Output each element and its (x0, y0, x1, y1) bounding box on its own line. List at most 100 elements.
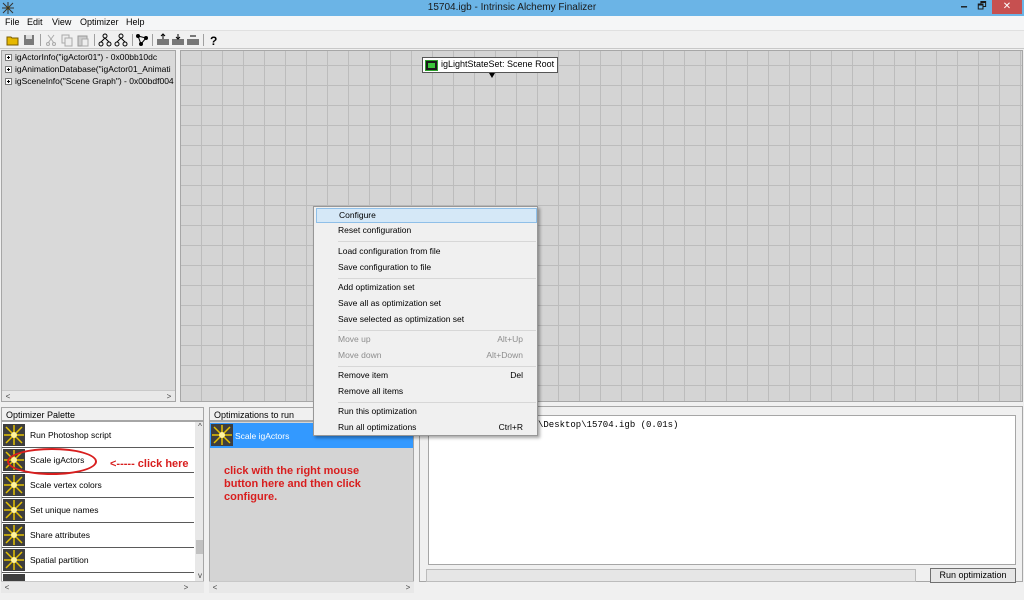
menu-item-label: Run all optimizations (338, 422, 417, 432)
menu-item-label: Save configuration to file (338, 262, 432, 272)
menu-optimizer[interactable]: Optimizer (80, 17, 119, 27)
optimization-item-label: Scale igActors (235, 431, 290, 441)
import-icon[interactable] (171, 33, 185, 47)
optimizer-icon (211, 424, 233, 446)
copy-icon[interactable] (60, 33, 74, 47)
annotation-arrow-text: <----- click here (110, 458, 189, 470)
palette-vertical-scrollbar[interactable]: ^ v (195, 422, 203, 582)
graph-icon[interactable] (135, 33, 149, 47)
menu-item-remove-all-items[interactable]: Remove all items (316, 384, 537, 399)
menu-separator (338, 278, 536, 279)
tree-item-label: igActorInfo("igActor01") - 0x00bb10dc (15, 52, 158, 62)
scroll-up-icon[interactable]: ^ (195, 422, 203, 432)
menu-item-configure[interactable]: Configure (316, 208, 537, 223)
menu-item-label: Configure (339, 210, 376, 220)
menu-view[interactable]: View (52, 17, 71, 27)
menu-separator (338, 402, 536, 403)
tree-alt-icon[interactable] (114, 33, 128, 47)
menu-item-remove-item[interactable]: Remove item Del (316, 368, 537, 383)
optimizer-icon (3, 524, 25, 546)
menu-item-run-this-optimization[interactable]: Run this optimization (316, 404, 537, 419)
menu-item-load-configuration[interactable]: Load configuration from file (316, 244, 537, 259)
menu-item-label: Save selected as optimization set (338, 314, 465, 324)
menu-item-label: Remove all items (338, 386, 404, 396)
toolbar: ? (0, 31, 1024, 49)
open-icon[interactable] (6, 33, 20, 47)
scroll-down-icon[interactable]: v (195, 571, 203, 581)
scene-tree[interactable]: igActorInfo("igActor01") - 0x00bb10dc ig… (1, 50, 176, 402)
close-button[interactable]: ✕ (992, 0, 1022, 14)
scroll-right-icon[interactable]: > (402, 582, 414, 593)
palette-horizontal-scrollbar[interactable]: < > (1, 581, 204, 593)
export-icon[interactable] (156, 33, 170, 47)
palette-item[interactable]: Share attributes (2, 523, 194, 548)
scroll-left-icon[interactable]: < (209, 582, 221, 593)
menu-item-label: Move up (338, 334, 371, 344)
run-optimization-button[interactable]: Run optimization (930, 568, 1016, 583)
help-icon[interactable]: ? (207, 33, 221, 47)
menu-help[interactable]: Help (126, 17, 145, 27)
menu-item-save-configuration[interactable]: Save configuration to file (316, 260, 537, 275)
menu-item-move-up[interactable]: Move up Alt+Up (316, 332, 537, 347)
menu-item-save-selected-as-set[interactable]: Save selected as optimization set (316, 312, 537, 327)
minimize-button[interactable]: 🗕 (956, 0, 972, 14)
tree-item[interactable]: igSceneInfo("Scene Graph") - 0x00bdf004 (5, 76, 174, 88)
tree-item-label: igAnimationDatabase("igActor01_Animati (15, 64, 171, 74)
output-log[interactable]: \Desktop\15704.igb (0.01s) (428, 415, 1016, 565)
palette-item[interactable]: Run Photoshop script (2, 423, 194, 448)
menu-edit[interactable]: Edit (27, 17, 43, 27)
toolbar-separator (203, 34, 204, 46)
palette-item[interactable]: Spatial partition (2, 548, 194, 573)
toolbar-separator (40, 34, 41, 46)
palette-item[interactable]: Set unique names (2, 498, 194, 523)
tree-item[interactable]: igAnimationDatabase("igActor01_Animati (5, 64, 171, 76)
expand-icon[interactable] (5, 66, 12, 73)
menu-item-label: Save all as optimization set (338, 298, 441, 308)
export-alt-icon[interactable] (186, 33, 200, 47)
menu-item-label: Add optimization set (338, 282, 415, 292)
optimizer-palette[interactable]: Run Photoshop script Scale igActors Scal… (1, 421, 204, 583)
paste-icon[interactable] (76, 33, 90, 47)
menu-bar: File Edit View Optimizer Help (0, 16, 1024, 31)
scroll-left-icon[interactable]: < (1, 582, 13, 593)
toolbar-separator (132, 34, 133, 46)
menu-item-shortcut: Alt+Down (486, 350, 523, 360)
scroll-left-icon[interactable]: < (2, 391, 14, 401)
menu-item-reset-configuration[interactable]: Reset configuration (316, 223, 537, 238)
menu-item-shortcut: Del (510, 370, 523, 380)
menu-item-shortcut: Ctrl+R (498, 422, 523, 432)
node-connector-icon (489, 73, 495, 78)
toolbar-separator (152, 34, 153, 46)
menu-item-add-optimization-set[interactable]: Add optimization set (316, 280, 537, 295)
scroll-thumb[interactable] (196, 540, 203, 554)
window-title: 15704.igb - Intrinsic Alchemy Finalizer (427, 2, 597, 13)
scene-graph-canvas[interactable]: igLightStateSet: Scene Root (180, 50, 1023, 402)
tree-icon[interactable] (98, 33, 112, 47)
scroll-right-icon[interactable]: > (180, 582, 192, 593)
optimizer-icon (3, 499, 25, 521)
menu-item-run-all-optimizations[interactable]: Run all optimizations Ctrl+R (316, 420, 537, 435)
save-icon[interactable] (22, 33, 36, 47)
palette-item-label: Set unique names (30, 505, 99, 515)
optimizations-horizontal-scrollbar[interactable]: < > (209, 581, 414, 593)
scroll-right-icon[interactable]: > (163, 391, 175, 401)
palette-item-label: Share attributes (30, 530, 91, 540)
title-bar: 15704.igb - Intrinsic Alchemy Finalizer … (0, 0, 1024, 16)
maximize-button[interactable]: 🗗 (974, 0, 990, 14)
graph-node-label: igLightStateSet: Scene Root (441, 59, 555, 69)
menu-file[interactable]: File (5, 17, 20, 27)
menu-item-save-all-as-set[interactable]: Save all as optimization set (316, 296, 537, 311)
graph-node[interactable]: igLightStateSet: Scene Root (422, 57, 559, 73)
cut-icon[interactable] (44, 33, 58, 47)
expand-icon[interactable] (5, 78, 12, 85)
tree-item[interactable]: igActorInfo("igActor01") - 0x00bb10dc (5, 52, 157, 64)
palette-item-label: Run Photoshop script (30, 430, 112, 440)
svg-text:?: ? (210, 34, 217, 47)
expand-icon[interactable] (5, 54, 12, 61)
output-log-text: \Desktop\15704.igb (0.01s) (538, 420, 679, 430)
annotation-instruction: click with the right mouse button here a… (224, 465, 361, 503)
menu-item-move-down[interactable]: Move down Alt+Down (316, 348, 537, 363)
palette-item[interactable]: Scale vertex colors (2, 473, 194, 498)
menu-separator (338, 330, 536, 331)
tree-horizontal-scrollbar[interactable]: < > (2, 390, 175, 401)
